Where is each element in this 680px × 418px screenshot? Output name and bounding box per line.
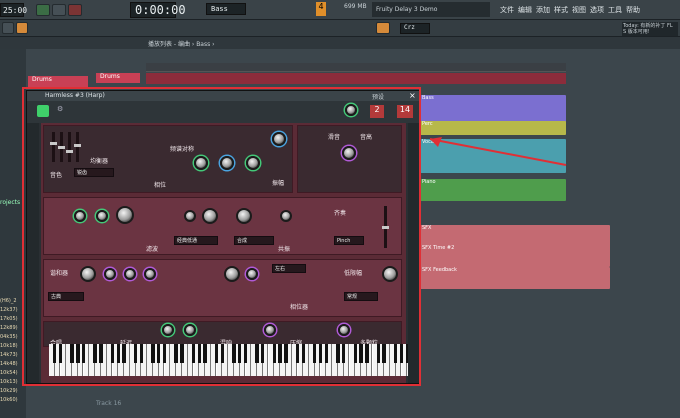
time-display: 0:00:00	[130, 2, 186, 18]
news-panel[interactable]: Today: 有新的补丁 FL S 版本可用!	[622, 22, 678, 36]
stop-button[interactable]	[52, 4, 66, 16]
timeline-ruler[interactable]	[146, 63, 566, 72]
projects-label: rojects	[0, 199, 21, 206]
track-label-drums-2[interactable]: Drums	[96, 73, 140, 83]
play-button[interactable]	[36, 4, 50, 16]
menu-edit[interactable]: 编辑	[518, 6, 532, 14]
menu-view[interactable]: 视图	[572, 6, 586, 14]
playlist-toolbar: 播放列表 - 编曲 › Bass ›	[0, 37, 680, 49]
menu-help[interactable]: 帮助	[626, 6, 640, 14]
main-menu: 文件 编辑 添加 样式 视图 选项 工具 帮助	[500, 5, 644, 15]
clip-sfx-time[interactable]: SFX Time #2	[420, 245, 610, 267]
icon-button[interactable]	[16, 22, 28, 34]
record-button[interactable]	[68, 4, 82, 16]
playlist-breadcrumb: 播放列表 - 编曲 › Bass ›	[148, 41, 215, 48]
side-row-list: (H6)_2 12k37) 17k05) 12k89) 04k35) 10k18) 14k7…	[0, 298, 18, 403]
menu-add[interactable]: 添加	[536, 6, 550, 14]
hint-bar: Fruity Delay 3 Demo	[372, 2, 490, 17]
clip-sfx-feedback[interactable]: SFX Feedback	[420, 267, 610, 289]
highlight-frame	[22, 87, 421, 386]
snap-selector[interactable]: Crz	[400, 23, 430, 34]
memory-readout: 699 MB	[344, 3, 367, 10]
secondary-toolbar: Crz Today: 有新的补丁 FL S 版本可用!	[0, 20, 680, 37]
track-16-label[interactable]: Track 16	[96, 400, 121, 407]
clip-piano[interactable]: Piano	[420, 179, 566, 201]
menu-options[interactable]: 选项	[590, 6, 604, 14]
top-toolbar: 25:00 0:00:00 Bass 4 699 MB Fruity Delay…	[0, 0, 680, 20]
clip-sfx[interactable]: SFX	[420, 225, 610, 247]
song-time-left: 25:00	[0, 3, 27, 17]
menu-file[interactable]: 文件	[500, 6, 514, 14]
snap-magnet-icon[interactable]	[376, 22, 390, 34]
menu-tools[interactable]: 工具	[608, 6, 622, 14]
icon-button[interactable]	[2, 22, 14, 34]
cpu-meter: 4	[316, 2, 326, 16]
track-label-drums[interactable]: Drums	[28, 76, 88, 87]
annotation-arrow	[429, 137, 567, 166]
menu-patterns[interactable]: 样式	[554, 6, 568, 14]
drum-clips-row[interactable]	[146, 73, 566, 84]
pattern-selector[interactable]: Bass	[206, 3, 246, 15]
